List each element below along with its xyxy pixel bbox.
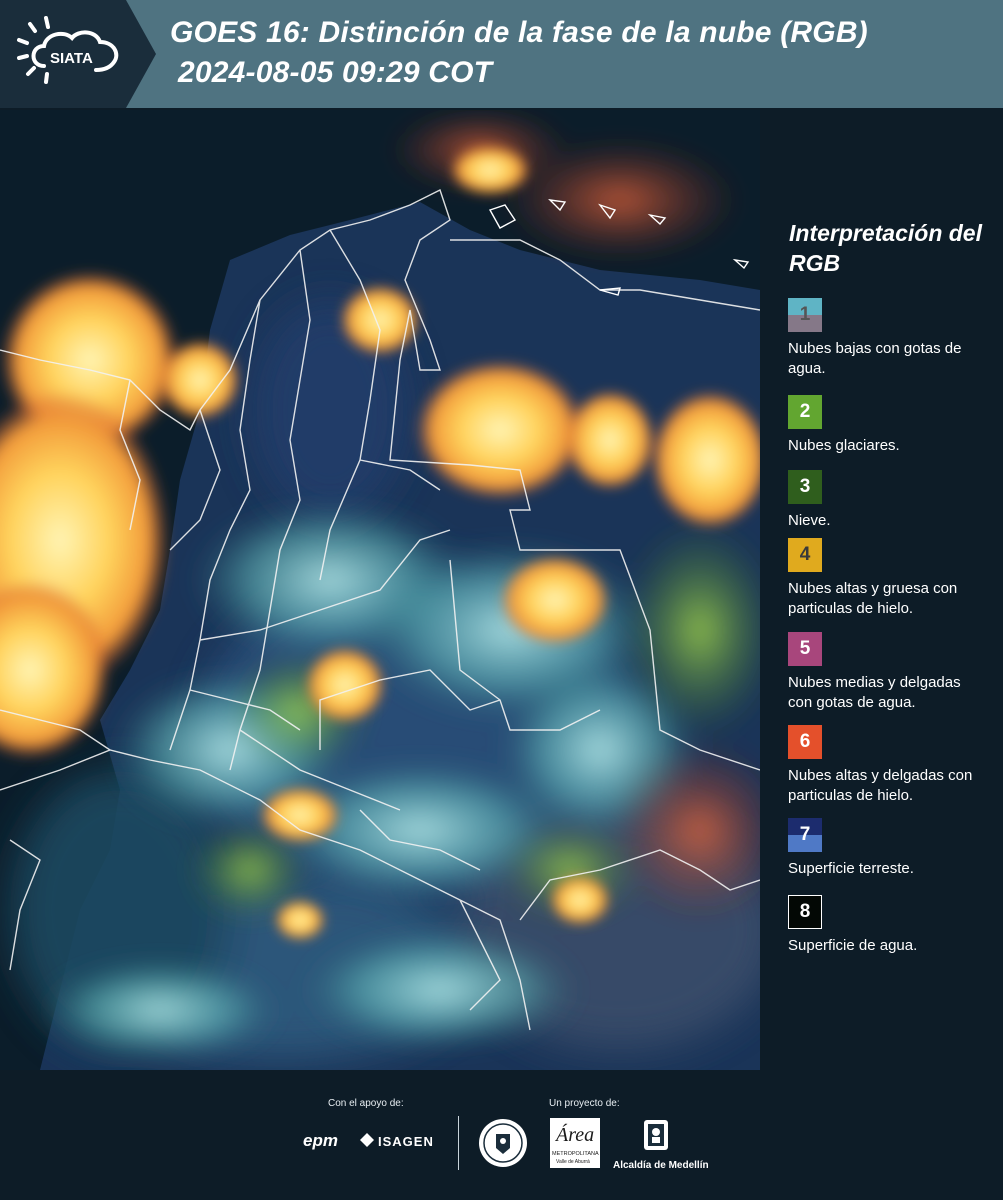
legend-swatch-1: 1 <box>788 298 822 332</box>
legend-number: 2 <box>799 401 811 422</box>
area-logo-text: Área <box>556 1124 595 1146</box>
legend-item-8: 8 Superficie de agua. <box>788 895 988 956</box>
legend-item-5: 5 Nubes medias y delgadas con gotas de a… <box>788 632 988 713</box>
legend-swatch-7: 7 <box>788 818 822 852</box>
legend-item-7: 7 Superficie terreste. <box>788 818 988 879</box>
legend-swatch-4: 4 <box>788 538 822 572</box>
support-label: Con el apoyo de: <box>328 1098 404 1109</box>
legend-number: 5 <box>799 638 811 659</box>
isagen-logo: ISAGEN <box>378 1134 434 1149</box>
legend-number: 4 <box>799 544 811 565</box>
area-logo-sub2: Valle de Aburrá <box>556 1159 590 1165</box>
legend-number: 8 <box>799 901 811 922</box>
legend-label: Nieve. <box>788 512 831 529</box>
legend-number: 6 <box>799 731 811 752</box>
legend-label: Nubes glaciares. <box>788 437 900 454</box>
legend-item-2: 2 Nubes glaciares. <box>788 395 988 456</box>
project-label: Un proyecto de: <box>549 1098 620 1109</box>
legend-label: Nubes altas y gruesa con particulas de h… <box>788 580 958 617</box>
legend-label: Superficie terreste. <box>788 860 914 877</box>
legend-number: 3 <box>799 476 811 497</box>
legend-label: Superficie de agua. <box>788 937 918 954</box>
alcaldia-logo: Alcaldía de Medellín <box>613 1160 709 1171</box>
legend-item-1: 1 Nubes bajas con gotas de agua. <box>788 298 988 379</box>
legend-swatch-3: 3 <box>788 470 822 504</box>
legend-number: 1 <box>799 304 811 325</box>
footer: Con el apoyo de: Un proyecto de: epm ISA… <box>0 1070 1003 1200</box>
legend-panel: Interpretación del RGB 1 Nubes bajas con… <box>760 110 1003 1070</box>
footer-divider <box>458 1116 459 1170</box>
medellin-shield-icon <box>640 1118 672 1158</box>
legend-swatch-8: 8 <box>788 895 822 929</box>
legend-item-3: 3 Nieve. <box>788 470 988 531</box>
legend-item-6: 6 Nubes altas y delgadas con particulas … <box>788 725 988 806</box>
legend-label: Nubes altas y delgadas con particulas de… <box>788 767 973 804</box>
legend-title: Interpretación del RGB <box>789 220 982 276</box>
page-title: GOES 16: Distinción de la fase de la nub… <box>170 16 868 49</box>
legend-label: Nubes bajas con gotas de agua. <box>788 340 962 377</box>
logo-text: SIATA <box>50 50 93 67</box>
legend-swatch-5: 5 <box>788 632 822 666</box>
legend-swatch-2: 2 <box>788 395 822 429</box>
isagen-icon <box>360 1133 374 1147</box>
legend-item-4: 4 Nubes altas y gruesa con particulas de… <box>788 538 988 619</box>
area-metropolitana-logo: Área METROPOLITANA Valle de Aburrá <box>550 1118 600 1168</box>
epm-logo: epm <box>303 1131 338 1150</box>
legend-label: Nubes medias y delgadas con gotas de agu… <box>788 674 961 711</box>
header-bar: SIATA GOES 16: Distinción de la fase de … <box>0 0 1003 108</box>
siata-logo: SIATA <box>0 0 156 108</box>
area-logo-sub: METROPOLITANA <box>552 1151 599 1157</box>
legend-number: 7 <box>799 824 811 845</box>
page-subtitle-timestamp: 2024-08-05 09:29 COT <box>178 56 493 89</box>
satellite-map[interactable] <box>0 110 760 1070</box>
legend-swatch-6: 6 <box>788 725 822 759</box>
university-seal-icon <box>478 1118 528 1168</box>
